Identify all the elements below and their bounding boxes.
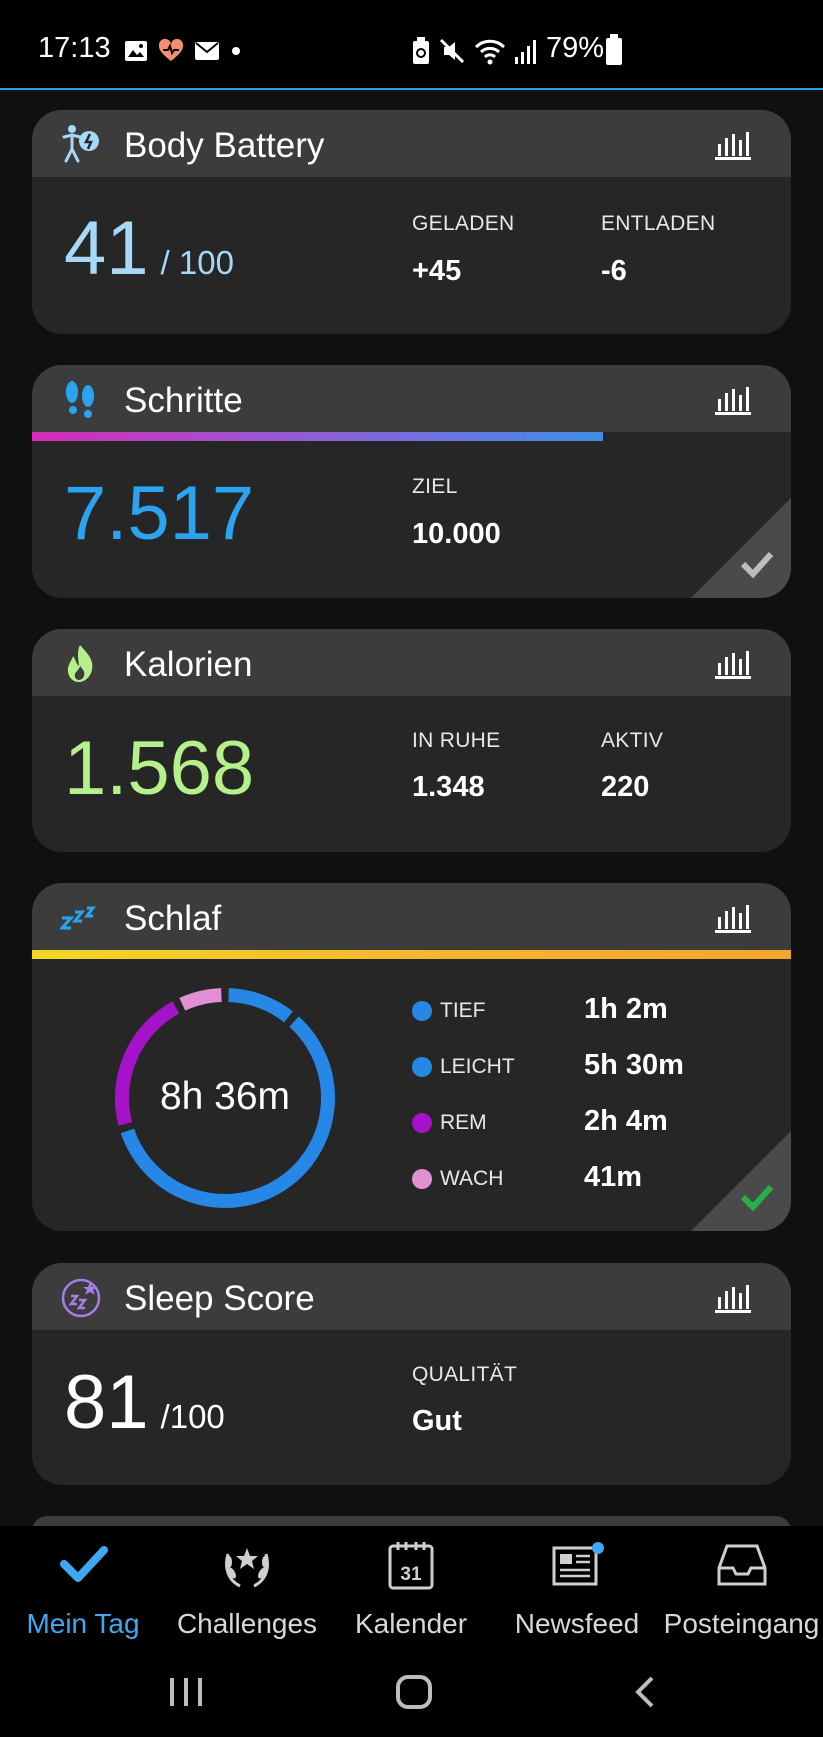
sleep-ring-segment-wach xyxy=(179,988,222,1011)
active-label: AKTIV xyxy=(601,729,664,752)
inbox-icon xyxy=(717,1544,766,1586)
wifi-icon xyxy=(474,39,506,65)
bar-chart-icon[interactable] xyxy=(715,1283,751,1313)
steps-progress-bar xyxy=(32,432,603,441)
status-bar: 17:13 79% xyxy=(0,0,823,90)
stage-dot xyxy=(412,1169,432,1189)
stage-name: LEICHT xyxy=(440,1055,515,1078)
steps-card[interactable]: Schritte 7.517 ZIEL 10.000 xyxy=(32,365,791,598)
bar-chart-icon[interactable] xyxy=(715,130,751,160)
nav-label: Kalender xyxy=(354,1608,468,1639)
body-battery-icon xyxy=(62,125,99,163)
system-icons xyxy=(412,36,540,66)
stage-dot xyxy=(412,1057,432,1077)
nav-kalender[interactable]: 31 Kalender xyxy=(328,1526,494,1646)
sleep-total: 8h 36m xyxy=(159,1075,291,1118)
card-header: Sleep Score xyxy=(32,1263,791,1330)
stage-time: 2h 4m xyxy=(584,1105,668,1137)
sleep-card[interactable]: Schlaf 8h 36m TIEF 1h 2m LEICHT 5h 30m R… xyxy=(32,883,791,1231)
calories-value: 1.568 xyxy=(64,726,255,811)
quality-label: QUALITÄT xyxy=(412,1363,518,1386)
card-header: Kalorien xyxy=(32,629,791,696)
check-icon xyxy=(60,1546,108,1582)
card-header: Body Battery xyxy=(32,110,791,177)
newspaper-icon xyxy=(552,1542,604,1586)
nav-label: Newsfeed xyxy=(514,1608,640,1639)
active-value: 220 xyxy=(601,771,650,803)
bar-chart-icon[interactable] xyxy=(715,903,751,933)
drained-value: -6 xyxy=(601,255,627,287)
drained-label: ENTLADEN xyxy=(601,212,716,235)
calories-card[interactable]: Kalorien 1.568 IN RUHE 1.348 AKTIV 220 xyxy=(32,629,791,852)
sleep-score-value: 81/100 xyxy=(64,1359,225,1446)
mail-icon xyxy=(195,42,219,60)
sleep-score-icon xyxy=(61,1278,101,1318)
calendar-icon: 31 xyxy=(388,1542,434,1590)
home-icon[interactable] xyxy=(395,1674,433,1710)
value: 81 xyxy=(64,1360,149,1445)
sleep-zzz-icon xyxy=(60,906,96,930)
nav-posteingang[interactable]: Posteingang xyxy=(660,1526,823,1646)
more-dot-icon xyxy=(232,47,240,55)
image-icon xyxy=(125,41,147,61)
nav-label: Challenges xyxy=(176,1608,318,1639)
card-title: Sleep Score xyxy=(124,1279,315,1318)
back-icon[interactable] xyxy=(632,1674,660,1710)
nav-label: Posteingang xyxy=(663,1608,820,1639)
value: 41 xyxy=(64,206,149,291)
stage-name: TIEF xyxy=(440,999,486,1022)
notification-icons xyxy=(124,37,242,65)
charged-value: +45 xyxy=(412,255,462,287)
sleep-color-bar xyxy=(32,950,791,959)
goal-check-icon xyxy=(691,498,791,598)
card-header: Schlaf xyxy=(32,883,791,950)
stage-time: 41m xyxy=(584,1161,643,1193)
system-navigation-bar xyxy=(0,1646,823,1737)
bottom-navigation: Mein Tag Challenges 31 Kalender Newsfeed xyxy=(0,1526,823,1646)
goal-check-icon xyxy=(691,1131,791,1231)
body-battery-value: 41 / 100 xyxy=(64,205,234,292)
nav-challenges[interactable]: Challenges xyxy=(166,1526,328,1646)
stage-time: 5h 30m xyxy=(584,1049,684,1081)
nav-mein-tag[interactable]: Mein Tag xyxy=(0,1526,166,1646)
status-time: 17:13 xyxy=(38,32,111,64)
laurel-icon xyxy=(225,1548,269,1588)
sleep-ring-segment-tief xyxy=(228,988,293,1023)
stage-dot xyxy=(412,1001,432,1021)
battery-icon xyxy=(606,34,622,65)
card-title: Body Battery xyxy=(124,126,325,165)
card-title: Kalorien xyxy=(124,645,253,684)
steps-value: 7.517 xyxy=(64,471,255,556)
battery-percent: 79% xyxy=(546,32,605,64)
stage-time: 1h 2m xyxy=(584,993,668,1025)
battery-saver-icon xyxy=(413,37,429,64)
footprints-icon xyxy=(66,381,94,418)
max-value: / 100 xyxy=(160,244,234,281)
quality-value: Gut xyxy=(412,1405,462,1437)
card-header: Schritte xyxy=(32,365,791,432)
stage-name: WACH xyxy=(440,1167,504,1190)
mute-icon xyxy=(439,38,465,64)
nav-label: Mein Tag xyxy=(26,1608,140,1639)
card-title: Schritte xyxy=(124,381,243,420)
max-value: /100 xyxy=(160,1398,225,1435)
bar-chart-icon[interactable] xyxy=(715,385,751,415)
flame-icon xyxy=(67,645,93,682)
goal-value: 10.000 xyxy=(412,518,501,550)
goal-label: ZIEL xyxy=(412,475,458,498)
charged-label: GELADEN xyxy=(412,212,515,235)
bar-chart-icon[interactable] xyxy=(715,649,751,679)
resting-value: 1.348 xyxy=(412,771,485,803)
sleep-score-card[interactable]: Sleep Score 81/100 QUALITÄT Gut xyxy=(32,1263,791,1485)
signal-icon xyxy=(515,40,536,64)
resting-label: IN RUHE xyxy=(412,729,501,752)
stage-dot xyxy=(412,1113,432,1133)
stage-name: REM xyxy=(440,1111,487,1134)
nav-newsfeed[interactable]: Newsfeed xyxy=(494,1526,660,1646)
health-heart-icon xyxy=(158,39,184,61)
card-title: Schlaf xyxy=(124,899,222,938)
calendar-day: 31 xyxy=(400,1564,422,1585)
recent-apps-icon[interactable] xyxy=(166,1674,206,1710)
body-battery-card[interactable]: Body Battery 41 / 100 GELADEN +45 ENTLADE… xyxy=(32,110,791,334)
